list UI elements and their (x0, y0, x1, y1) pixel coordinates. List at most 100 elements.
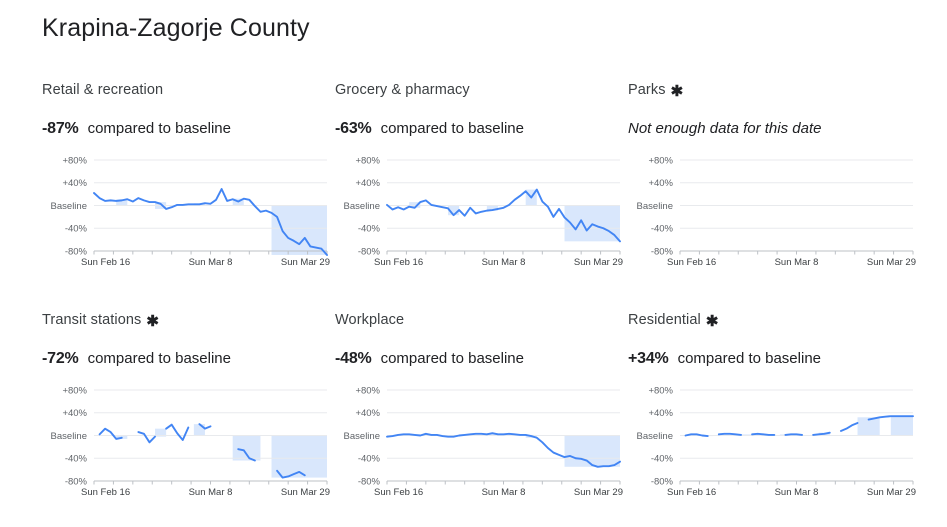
y-gridlines: +80% +40% Baseline -40% -80% (637, 155, 913, 257)
panel-title: Workplace (335, 310, 628, 330)
panel-value-row: -63% compared to baseline (335, 120, 628, 142)
panel-value-row: -72% compared to baseline (42, 350, 335, 372)
weekend-bands (409, 189, 620, 242)
percent-change-value: -72% (42, 350, 79, 367)
x-axis-tick-label: Sun Feb 16 (81, 487, 130, 498)
mobility-report-page: Krapina-Zagorje County Retail & recreati… (0, 0, 947, 527)
mobility-chart-grocery-and-pharmacy: +80% +40% Baseline -40% -80% Sun Feb 16 Sun Ma… (335, 152, 628, 277)
compared-to-baseline-label: compared to baseline (87, 120, 231, 137)
y-axis-tick-label: +40% (648, 408, 673, 419)
compared-to-baseline-label: compared to baseline (380, 120, 524, 137)
percent-change-value: +34% (628, 350, 669, 367)
y-axis-tick-label: -80% (358, 246, 381, 257)
y-axis-tick-label: -40% (65, 224, 88, 235)
x-axis-tick-labels: Sun Feb 16 Sun Mar 8 Sun Mar 29 (667, 257, 916, 268)
y-axis-tick-label: -40% (358, 454, 381, 465)
y-axis-tick-label: +80% (648, 155, 673, 166)
y-axis-tick-label: +40% (355, 178, 380, 189)
x-axis-tick-label: Sun Mar 8 (189, 487, 233, 498)
x-axis-tick-labels: Sun Feb 16 Sun Mar 8 Sun Mar 29 (374, 487, 623, 498)
mobility-panel-parks: Parks ✱ Not enough data for this date +80% +… (628, 80, 921, 310)
percent-change-value: -87% (42, 120, 79, 137)
panel-value-row: -87% compared to baseline (42, 120, 335, 142)
y-axis-tick-label: -40% (65, 454, 88, 465)
x-axis-tick-labels: Sun Feb 16 Sun Mar 8 Sun Mar 29 (374, 257, 623, 268)
weekend-bands (116, 198, 327, 255)
x-axis-tick-label: Sun Mar 8 (482, 257, 526, 268)
x-axis-tick-label: Sun Feb 16 (667, 257, 716, 268)
y-axis-tick-label: -80% (65, 476, 88, 487)
x-axis (93, 480, 328, 485)
y-gridlines: +80% +40% Baseline -40% -80% (637, 385, 913, 487)
panel-title-label: Workplace (335, 312, 405, 328)
no-data-message: Not enough data for this date (628, 120, 822, 137)
x-axis (386, 480, 621, 485)
mobility-chart-workplace: +80% +40% Baseline -40% -80% Sun Feb 16 Sun Ma… (335, 382, 628, 507)
panel-grid: Retail & recreation -87% compared to basel… (42, 80, 922, 527)
x-axis (679, 250, 914, 255)
mobility-chart-retail-and-recreation: +80% +40% Baseline -40% -80% Sun Feb 16 Sun Ma… (42, 152, 335, 277)
y-axis-tick-label: +40% (355, 408, 380, 419)
y-axis-tick-label: Baseline (344, 201, 380, 212)
panel-title: Grocery & pharmacy (335, 80, 628, 100)
mobility-chart-parks: +80% +40% Baseline -40% -80% Sun Feb 16 Sun Ma… (628, 152, 921, 277)
mobility-panel-transit-stations: Transit stations ✱ -72% compared to baselin… (42, 310, 335, 527)
mobility-panel-residential: Residential ✱ +34% compared to baseline +80%… (628, 310, 921, 527)
y-axis-tick-label: +40% (62, 408, 87, 419)
x-axis-tick-label: Sun Mar 29 (281, 487, 330, 498)
x-axis (386, 250, 621, 255)
x-axis-tick-label: Sun Mar 29 (867, 257, 916, 268)
y-axis-tick-label: -80% (65, 246, 88, 257)
panel-title: Residential ✱ (628, 310, 921, 330)
x-axis (679, 480, 914, 485)
compared-to-baseline-label: compared to baseline (677, 350, 822, 367)
x-axis-tick-label: Sun Mar 29 (574, 487, 623, 498)
weekend-bands (702, 416, 913, 437)
panel-title: Transit stations ✱ (42, 310, 335, 330)
panel-value-row: -48% compared to baseline (335, 350, 628, 372)
y-axis-tick-label: -40% (358, 224, 381, 235)
x-axis-tick-label: Sun Mar 29 (281, 257, 330, 268)
y-axis-tick-label: +80% (62, 385, 87, 396)
x-axis-tick-label: Sun Mar 8 (775, 257, 819, 268)
y-axis-tick-label: +80% (355, 155, 380, 166)
panel-title: Retail & recreation (42, 80, 335, 100)
panel-title-label: Transit stations (42, 312, 142, 328)
y-axis-tick-label: Baseline (51, 431, 87, 442)
panel-title: Parks ✱ (628, 80, 921, 100)
x-axis-tick-label: Sun Feb 16 (667, 487, 716, 498)
percent-change-value: -63% (335, 120, 372, 137)
x-axis-tick-label: Sun Feb 16 (374, 257, 423, 268)
y-axis-tick-label: -80% (358, 476, 381, 487)
y-axis-tick-label: -40% (651, 224, 674, 235)
y-axis-tick-label: +80% (648, 385, 673, 396)
weekend-bands (116, 424, 327, 478)
compared-to-baseline-label: compared to baseline (87, 350, 231, 367)
y-axis-tick-label: Baseline (637, 201, 673, 212)
x-axis-tick-label: Sun Mar 8 (482, 487, 526, 498)
page-title: Krapina-Zagorje County (42, 14, 310, 42)
y-axis-tick-label: Baseline (51, 201, 87, 212)
x-axis-tick-labels: Sun Feb 16 Sun Mar 8 Sun Mar 29 (81, 257, 330, 268)
percent-change-value: -48% (335, 350, 372, 367)
x-axis-tick-label: Sun Mar 8 (189, 257, 233, 268)
asterisk-icon: ✱ (670, 82, 684, 100)
x-axis-tick-label: Sun Feb 16 (374, 487, 423, 498)
panel-title-label: Grocery & pharmacy (335, 82, 470, 98)
y-axis-tick-label: +80% (355, 385, 380, 396)
y-axis-tick-label: +40% (62, 178, 87, 189)
x-axis-tick-labels: Sun Feb 16 Sun Mar 8 Sun Mar 29 (81, 487, 330, 498)
mobility-panel-retail-and-recreation: Retail & recreation -87% compared to basel… (42, 80, 335, 310)
x-axis-tick-labels: Sun Feb 16 Sun Mar 8 Sun Mar 29 (667, 487, 916, 498)
x-axis-tick-label: Sun Mar 29 (867, 487, 916, 498)
asterisk-icon: ✱ (146, 312, 160, 330)
x-axis-tick-label: Sun Mar 29 (574, 257, 623, 268)
mobility-panel-grocery-and-pharmacy: Grocery & pharmacy -63% compared to baseli… (335, 80, 628, 310)
y-axis-tick-label: -80% (651, 476, 674, 487)
panel-value-row: +34% compared to baseline (628, 350, 921, 372)
asterisk-icon: ✱ (705, 312, 719, 330)
y-axis-tick-label: Baseline (637, 431, 673, 442)
x-axis-tick-label: Sun Mar 8 (775, 487, 819, 498)
compared-to-baseline-label: compared to baseline (380, 350, 524, 367)
panel-title-label: Residential (628, 312, 701, 328)
